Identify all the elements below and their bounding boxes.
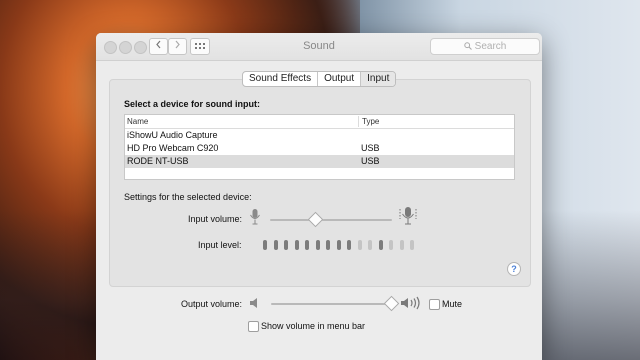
level-segment (294, 240, 299, 250)
microphone-high-icon (399, 207, 417, 225)
level-segment (326, 240, 330, 250)
device-name: RODE NT-USB (127, 156, 189, 166)
show-volume-menubar-checkbox[interactable] (248, 321, 259, 332)
level-segment (368, 240, 372, 250)
speaker-low-icon (250, 298, 257, 308)
level-segment (399, 240, 404, 250)
tab-input[interactable]: Input (361, 72, 396, 86)
level-segment (336, 240, 341, 250)
level-segment (410, 240, 414, 250)
speaker-high-icon (401, 296, 420, 310)
title-bar: Sound Search (96, 33, 542, 61)
output-volume-label: Output volume: (181, 299, 243, 309)
input-volume-track[interactable] (270, 219, 392, 221)
output-volume-slider-knob[interactable] (383, 295, 400, 312)
column-header-name[interactable]: Name (127, 117, 148, 126)
table-header: Name Type (125, 115, 514, 129)
device-type: USB (361, 156, 380, 166)
input-volume-label: Input volume: (188, 214, 243, 224)
level-segment (305, 240, 309, 250)
search-placeholder: Search (474, 41, 507, 52)
level-segment (315, 240, 320, 250)
input-level-meter (263, 240, 421, 250)
show-volume-menubar-label: Show volume in menu bar (261, 321, 366, 331)
input-level-label: Input level: (198, 240, 242, 250)
search-field[interactable]: Search (430, 38, 540, 55)
tab-sound-effects[interactable]: Sound Effects (243, 72, 319, 86)
search-icon (463, 42, 472, 50)
input-volume-slider-knob[interactable] (307, 211, 324, 228)
column-header-type[interactable]: Type (358, 116, 379, 127)
tab-bar: Sound Effects Output Input (242, 71, 397, 87)
level-segment (284, 240, 288, 250)
device-type: USB (361, 143, 380, 153)
table-row[interactable]: iShowU Audio Capture (125, 129, 514, 142)
level-segment (347, 240, 351, 250)
settings-label: Settings for the selected device: (124, 192, 252, 202)
device-list-heading: Select a device for sound input: (124, 99, 261, 109)
level-segment (263, 240, 267, 250)
table-row-selected[interactable]: RODE NT-USB USB (125, 155, 514, 168)
help-button[interactable]: ? (507, 262, 521, 276)
table-row[interactable]: HD Pro Webcam C920 USB (125, 142, 514, 155)
output-volume-track[interactable] (271, 303, 395, 305)
sound-preferences-window: Sound Search Sound Effects Output Input … (96, 33, 542, 360)
input-panel: Select a device for sound input: Name Ty… (109, 79, 531, 287)
tab-output[interactable]: Output (318, 72, 362, 86)
mute-label: Mute (442, 299, 463, 309)
mute-checkbox[interactable] (429, 299, 440, 310)
input-device-table[interactable]: Name Type iShowU Audio Capture HD Pro We… (124, 114, 515, 180)
level-segment (378, 240, 383, 250)
device-name: iShowU Audio Capture (127, 130, 218, 140)
device-name: HD Pro Webcam C920 (127, 143, 219, 153)
level-segment (273, 240, 278, 250)
microphone-low-icon (250, 209, 260, 225)
level-segment (357, 240, 362, 250)
level-segment (389, 240, 393, 250)
